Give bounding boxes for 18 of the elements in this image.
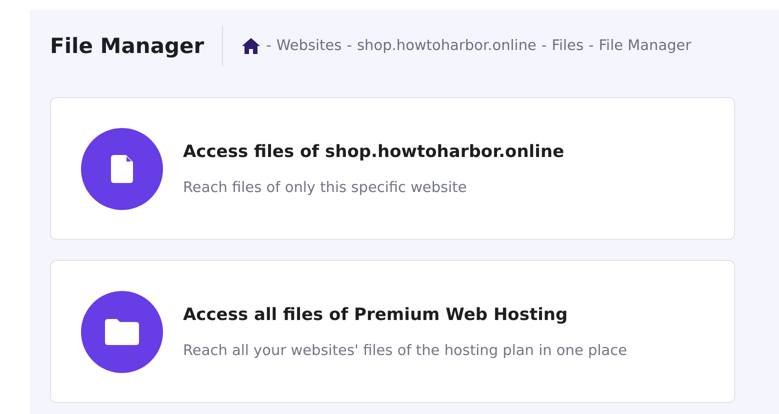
breadcrumb-link[interactable]: shop.howtoharbor.online <box>356 38 536 54</box>
breadcrumb-separator: - <box>266 38 272 54</box>
breadcrumb-separator: - <box>346 38 352 54</box>
breadcrumb-link[interactable]: File Manager <box>598 38 692 54</box>
folder-icon <box>105 318 139 344</box>
breadcrumb-separator: - <box>588 38 594 54</box>
breadcrumb-link[interactable]: Files <box>552 38 584 54</box>
page-title: File Manager <box>50 34 204 58</box>
option-title: Access files of shop.howtoharbor.online <box>183 142 564 162</box>
breadcrumb-link[interactable]: Websites <box>276 38 342 54</box>
option-description: Reach all your websites' files of the hosting plan in one place <box>183 342 628 358</box>
file-icon <box>111 154 133 182</box>
option-card[interactable]: Access all files of Premium Web Hosting Reach all your websites' files of the hosting plan in one place <box>50 260 735 403</box>
option-card[interactable]: Access files of shop.howtoharbor.online Reach files of only this specific website <box>50 97 735 240</box>
option-title: Access all files of Premium Web Hosting <box>183 304 569 324</box>
home-icon[interactable] <box>241 37 262 55</box>
breadcrumb-separator: - <box>541 38 547 54</box>
option-description: Reach files of only this specific website <box>183 180 468 196</box>
